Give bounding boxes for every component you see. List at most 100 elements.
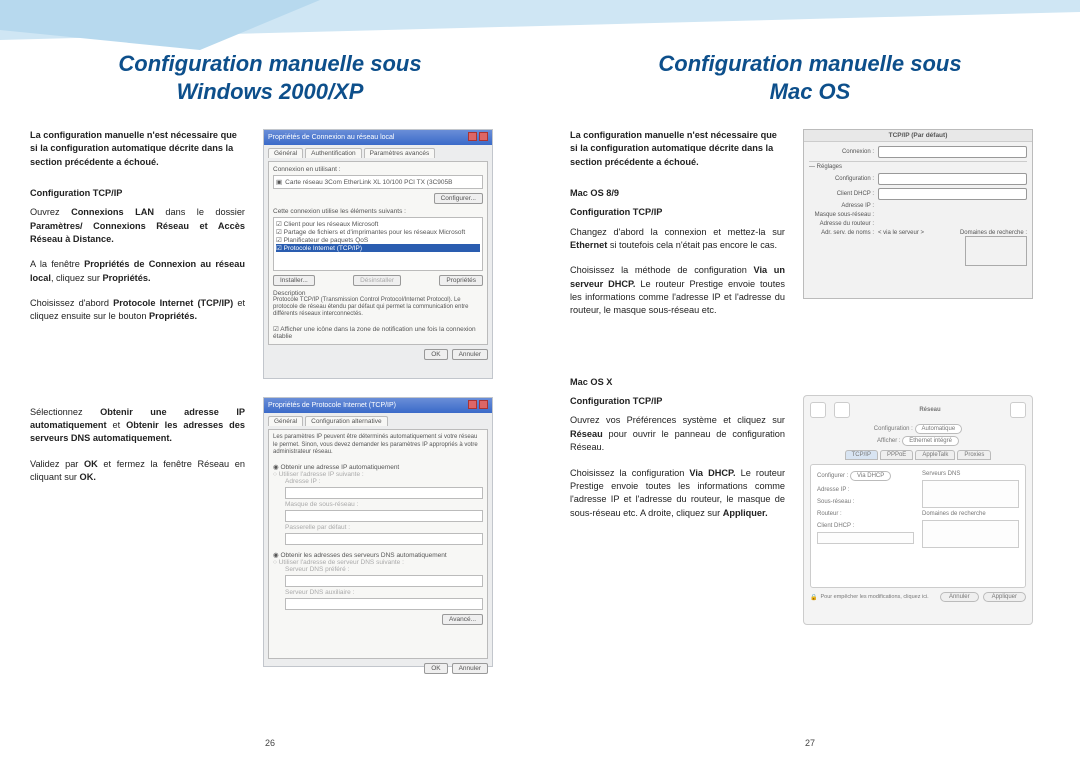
close-icon	[479, 400, 488, 409]
tab-pppoe: PPPoE	[880, 450, 913, 460]
lbl-dns: Adr. serv. de noms :	[809, 230, 874, 236]
item-share: Partage de fichiers et d'imprimantes pou…	[276, 228, 480, 236]
description-text: Protocole TCP/IP (Transmission Control P…	[273, 297, 483, 319]
tab-adv: Paramètres avancés	[364, 148, 436, 158]
properties-button: Propriétés	[439, 275, 483, 286]
revert-button: Annuler	[940, 592, 979, 602]
lbl-x-dom: Domaines de recherche	[922, 511, 1019, 517]
page-left: Configuration manuelle sous Windows 2000…	[0, 0, 540, 766]
heading-tcpip-mac89: Configuration TCP/IP	[570, 206, 785, 219]
install-button: Installer...	[273, 275, 315, 286]
page-number-left: 26	[265, 738, 275, 748]
lock-text: Pour empêcher les modifications, cliquez…	[820, 594, 928, 600]
uninstall-button: Désinstaller	[353, 275, 401, 286]
screenshot-lan-properties: Propriétés de Connexion au réseau local …	[263, 129, 493, 379]
item-qos: Planificateur de paquets QoS	[276, 236, 480, 244]
nic-name: Carte réseau 3Com EtherLink XL 10/100 PC…	[285, 179, 452, 186]
radio-auto-dns: Obtenir les adresses des serveurs DNS au…	[273, 551, 483, 559]
sel-cfg	[878, 173, 1027, 185]
page-right: Configuration manuelle sous Mac OS La co…	[540, 0, 1080, 766]
radio-static-ip: Utiliser l'adresse IP suivante :	[273, 471, 483, 478]
label-ip: Adresse IP :	[285, 478, 483, 485]
screenshot-tcpip-properties: Propriétés de Protocole Internet (TCP/IP…	[263, 397, 493, 667]
val-dns: < via le serveur >	[878, 230, 924, 236]
sel-location: Automatique	[915, 424, 963, 434]
para-r1: Changez d'abord la connexion et mettez-l…	[570, 226, 785, 253]
box-dom	[965, 236, 1027, 266]
lbl-x-ip: Adresse IP :	[817, 487, 914, 493]
cancel-button-2: Annuler	[452, 663, 488, 674]
label-dns2: Serveur DNS auxiliaire :	[285, 589, 483, 596]
tcpip-help-text: Les paramètres IP peuvent être déterminé…	[273, 434, 483, 457]
para-r4: Choisissez la configuration Via DHCP. Le…	[570, 467, 785, 520]
ok-button-2: OK	[424, 663, 447, 674]
tab-altcfg: Configuration alternative	[305, 416, 387, 426]
heading-macosx: Mac OS X	[570, 376, 785, 389]
radio-auto-ip: Obtenir une adresse IP automatiquement	[273, 463, 483, 471]
screenshot-macosx-network: Réseau Configuration : Automatique Affic…	[803, 395, 1033, 625]
label-description: Description	[273, 290, 483, 297]
heading-tcpip-macx: Configuration TCP/IP	[570, 395, 785, 408]
tab-auth: Authentification	[305, 148, 361, 158]
lbl-dom: Domaines de recherche :	[960, 230, 1027, 236]
right-text-column: La configuration manuelle n'est nécessai…	[570, 129, 785, 625]
label-mask: Masque de sous-réseau :	[285, 501, 483, 508]
globe-icon	[1010, 402, 1026, 418]
lbl-x-cfg: Configurer :	[817, 473, 848, 479]
configure-button: Configurer...	[434, 193, 483, 204]
left-image-column: Propriétés de Connexion au réseau local …	[263, 129, 493, 667]
macx-title: Réseau	[858, 407, 1002, 413]
label-connection: Connexion en utilisant :	[273, 166, 483, 173]
left-text-column: La configuration manuelle n'est nécessai…	[30, 129, 245, 667]
heading-macos89: Mac OS 8/9	[570, 187, 785, 200]
lbl-x-dns: Serveurs DNS	[922, 471, 1019, 477]
advanced-button: Avancé...	[442, 614, 483, 625]
para-r3: Ouvrez vos Préférences système et clique…	[570, 414, 785, 454]
back-icon	[810, 402, 826, 418]
nic-icon: ▣	[276, 178, 282, 186]
screenshot-macos89-tcpip: TCP/IP (Par défaut) Connexion : — Réglag…	[803, 129, 1033, 299]
help-icon	[468, 132, 477, 141]
para-r2: Choisissez la méthode de configuration V…	[570, 264, 785, 317]
notify-checkbox: Afficher une icône dans la zone de notif…	[273, 325, 483, 340]
fld-x-dom	[922, 520, 1019, 548]
lbl-ip: Adresse IP :	[809, 203, 874, 209]
tab-appletalk: AppleTalk	[915, 450, 955, 460]
label-uses: Cette connexion utilise les éléments sui…	[273, 208, 483, 215]
lbl-location: Configuration :	[874, 426, 913, 432]
label-gateway: Passerelle par défaut :	[285, 524, 483, 531]
lbl-x-router: Routeur :	[817, 511, 914, 517]
mac-title: TCP/IP (Par défaut)	[804, 130, 1032, 142]
sel-show: Ethernet intégré	[902, 436, 959, 446]
lbl-mask: Masque sous-réseau :	[809, 212, 874, 218]
radio-static-dns: Utiliser l'adresse de serveur DNS suivan…	[273, 559, 483, 566]
tab-general: Général	[268, 148, 303, 158]
cancel-button: Annuler	[452, 349, 488, 360]
tab-tcpip: TCP/IP	[845, 450, 878, 460]
para-l2: A la fenêtre Propriétés de Connexion au …	[30, 258, 245, 285]
page-title-left: Configuration manuelle sous Windows 2000…	[30, 50, 510, 105]
para-l5: Validez par OK et fermez la fenêtre Rése…	[30, 458, 245, 485]
right-image-column: TCP/IP (Par défaut) Connexion : — Réglag…	[803, 129, 1033, 625]
lbl-x-mask: Sous-réseau :	[817, 499, 914, 505]
para-l4: Sélectionnez Obtenir une adresse IP auto…	[30, 406, 245, 446]
lbl-x-cli: Client DHCP :	[817, 523, 914, 529]
lbl-cli: Client DHCP :	[809, 191, 874, 197]
item-tcpip: Protocole Internet (TCP/IP)	[276, 244, 480, 252]
dialog-title: Propriétés de Connexion au réseau local	[268, 134, 394, 141]
para-l1: Ouvrez Connexions LAN dans le dossier Pa…	[30, 206, 245, 246]
intro-right: La configuration manuelle n'est nécessai…	[570, 129, 785, 169]
lock-icon: 🔒	[810, 594, 817, 601]
page-title-right: Configuration manuelle sous Mac OS	[570, 50, 1050, 105]
help-icon	[468, 400, 477, 409]
close-icon	[479, 132, 488, 141]
heading-tcpip-win: Configuration TCP/IP	[30, 187, 245, 200]
apply-button: Appliquer	[983, 592, 1026, 602]
ok-button: OK	[424, 349, 447, 360]
fld-x-dns	[922, 480, 1019, 508]
dialog-title-2: Propriétés de Protocole Internet (TCP/IP…	[268, 402, 396, 409]
page-number-right: 27	[805, 738, 815, 748]
lbl-cfg: Configuration :	[809, 176, 874, 182]
item-client: Client pour les réseaux Microsoft	[276, 220, 480, 228]
sel-conn	[878, 146, 1027, 158]
